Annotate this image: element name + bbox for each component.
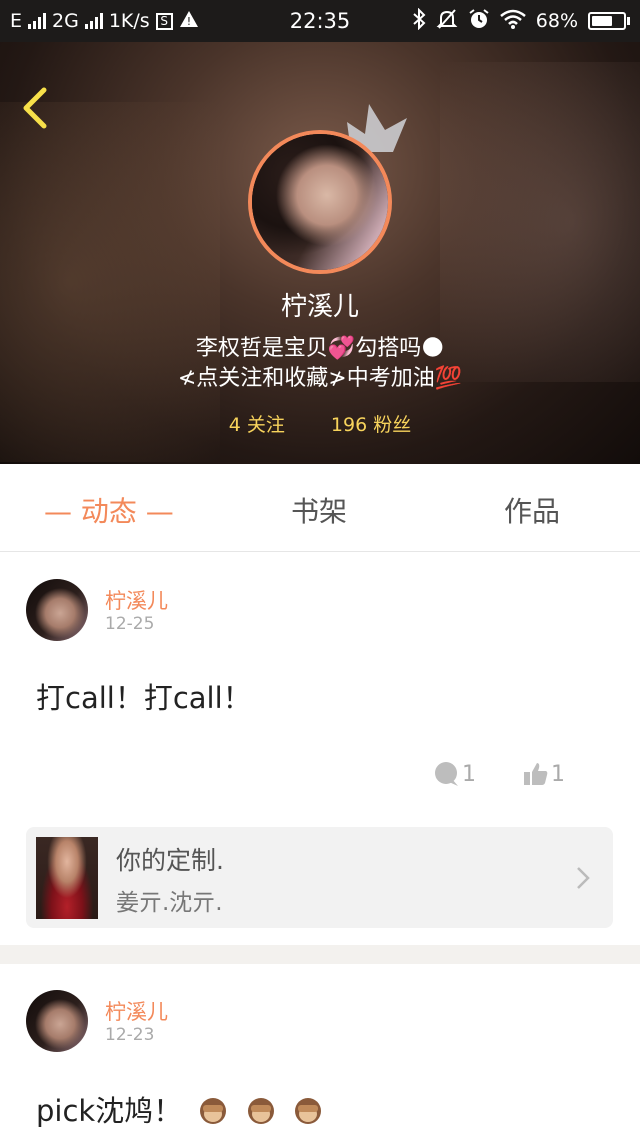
comment-count: 1 [462,761,476,787]
book-title: 你的定制. [116,846,224,875]
profile-name: 柠溪儿 [280,292,359,322]
feed-post: 柠溪儿 12-25 打call！打call！ 1 1 你的定制. 姜亓.沈亓. [0,553,640,945]
feed-post: 柠溪儿 12-23 pick沈鸠！ [0,964,640,1138]
shared-book-card[interactable]: 你的定制. 姜亓.沈亓. [26,827,613,928]
back-button[interactable] [18,86,58,130]
battery-percent: 68% [535,10,578,32]
status-right: 68% [412,0,630,42]
battery-icon [588,12,630,30]
post-actions: 1 1 [0,761,640,791]
tab-works[interactable]: 作品 [504,490,560,530]
comment-button[interactable]: 1 [434,761,476,787]
book-subtitle: 姜亓.沈亓. [116,890,223,916]
like-count: 1 [551,761,565,787]
status-bar: E 2G 1K/s S ! 22:35 68% [0,0,640,42]
chevron-right-icon [577,867,590,889]
see-no-evil-monkey-icon [200,1098,227,1124]
post-text: pick沈鸠！ [36,1094,183,1128]
bio-line-1: 李权哲是宝贝💞勾搭吗🌑 [195,336,445,361]
post-author[interactable]: 柠溪儿 [105,585,168,615]
avatar[interactable] [26,579,88,641]
profile-avatar[interactable] [248,130,392,274]
post-date: 12-25 [105,614,155,634]
profile-stats: 4 关注 196 粉丝 [0,410,640,437]
profile-header: 柠溪儿 李权哲是宝贝💞勾搭吗🌑 ≮点关注和收藏≯中考加油💯 4 关注 196 粉… [0,42,640,464]
like-button[interactable]: 1 [523,761,565,787]
see-no-evil-monkey-icon [294,1098,321,1124]
bluetooth-icon [412,7,426,35]
see-no-evil-monkey-icon [247,1098,274,1124]
tab-bookshelf[interactable]: 书架 [291,490,347,530]
chevron-left-icon [23,87,47,129]
tab-activity[interactable]: — 动态 — [44,490,174,530]
profile-bio: 李权哲是宝贝💞勾搭吗🌑 ≮点关注和收藏≯中考加油💯 [0,334,640,394]
thumbs-up-icon [524,763,548,785]
followers-count[interactable]: 196 粉丝 [331,410,411,437]
post-text: 打call！打call！ [36,681,252,715]
tab-bar: — 动态 — 书架 作品 [0,464,640,552]
bio-line-2: ≮点关注和收藏≯中考加油💯 [177,366,463,391]
alarm-icon [468,8,490,35]
mute-bell-icon [436,8,458,35]
following-count[interactable]: 4 关注 [229,410,285,437]
book-cover [36,837,98,919]
comment-bubble-icon [435,762,458,786]
post-text-row: pick沈鸠！ [36,1088,324,1130]
post-date: 12-23 [105,1025,155,1045]
feed-divider [0,945,640,964]
wifi-icon [499,9,526,34]
avatar[interactable] [26,990,88,1052]
post-author[interactable]: 柠溪儿 [105,996,168,1026]
